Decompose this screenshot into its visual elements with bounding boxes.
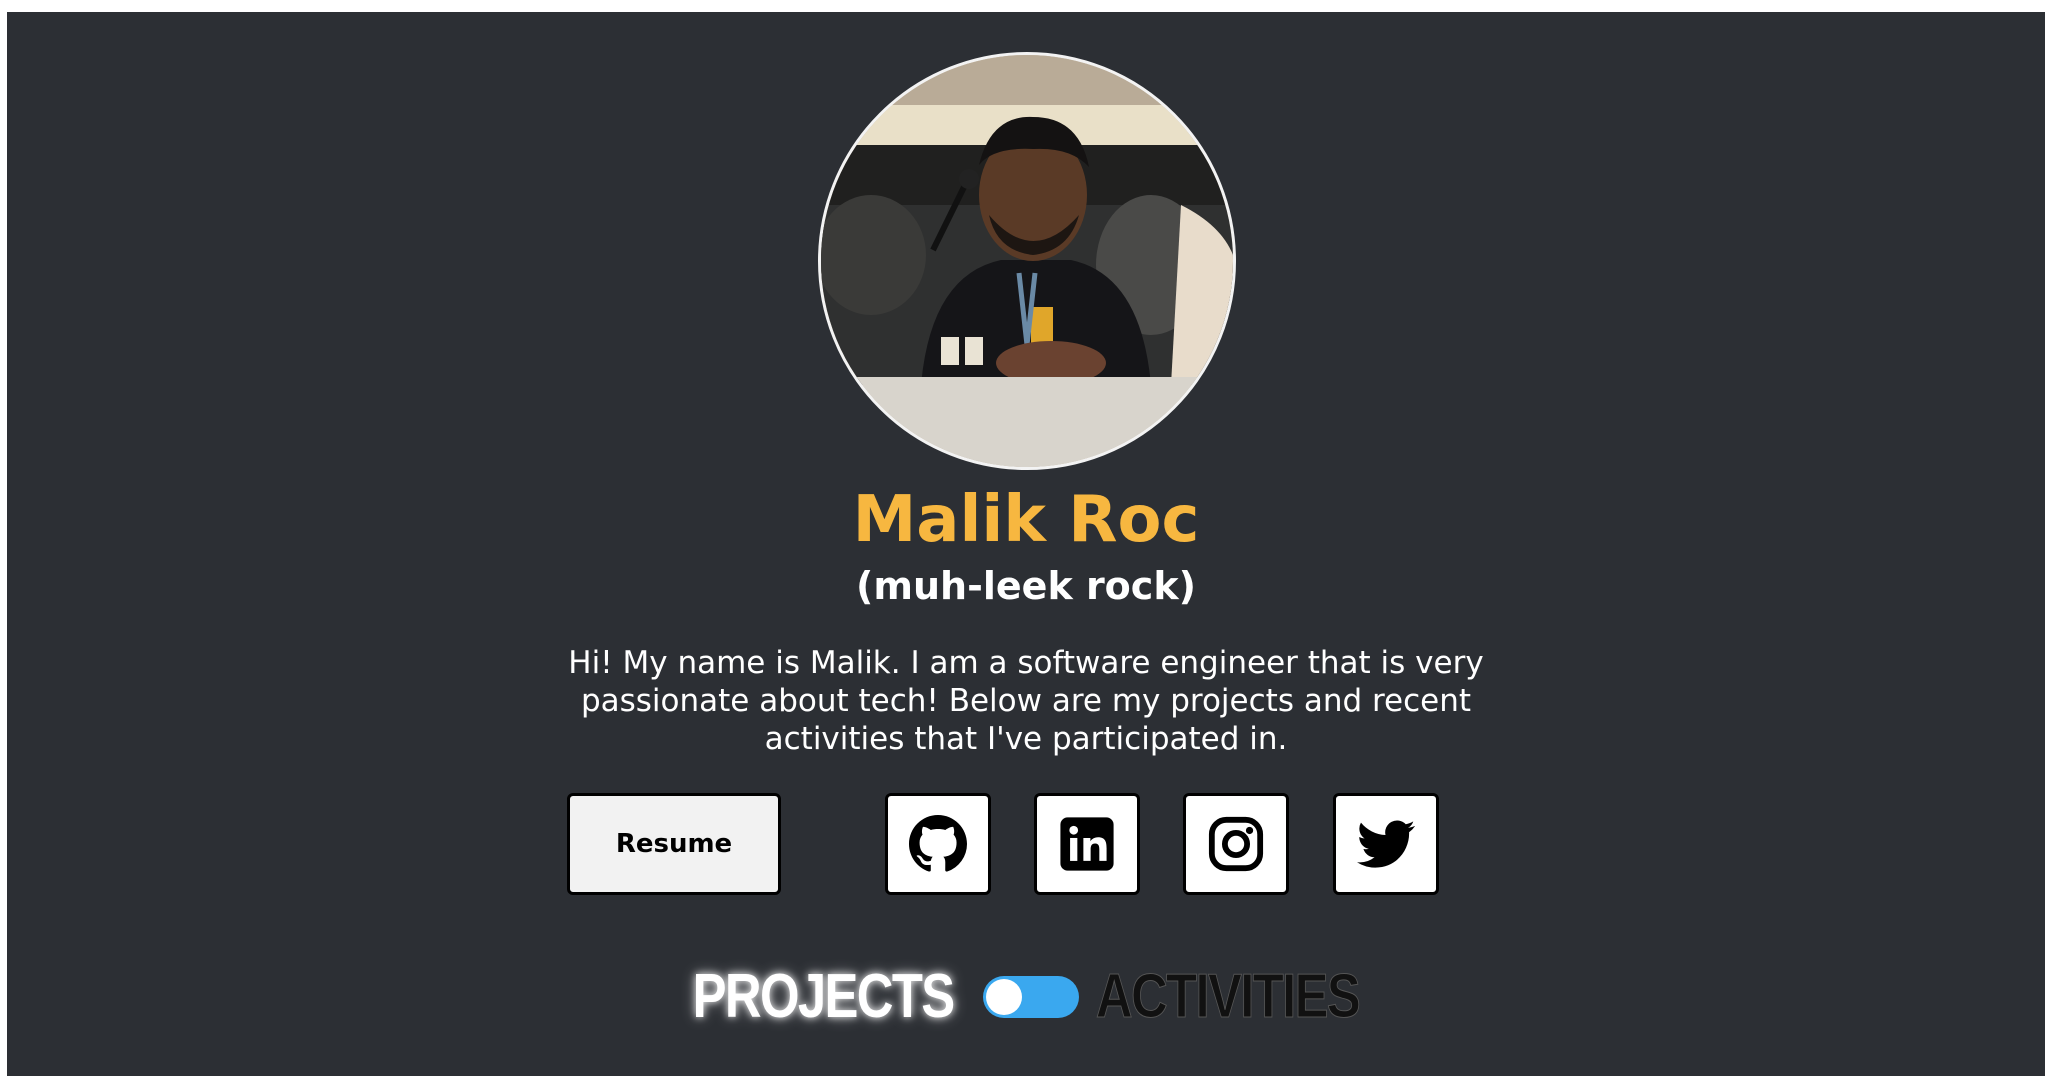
twitter-button[interactable] xyxy=(1333,793,1439,895)
instagram-button[interactable] xyxy=(1183,793,1289,895)
profile-name: Malik Roc xyxy=(852,483,1200,557)
profile-photo xyxy=(821,55,1233,467)
name-pronunciation: (muh-leek rock) xyxy=(856,564,1196,608)
linkedin-icon xyxy=(1060,817,1114,871)
twitter-icon xyxy=(1357,820,1415,868)
projects-activities-switch[interactable] xyxy=(982,976,1079,1018)
projects-toggle-label[interactable]: PROJECTS xyxy=(693,962,956,1032)
switch-knob xyxy=(985,979,1022,1015)
profile-bio: Hi! My name is Malik. I am a software en… xyxy=(568,645,1484,757)
page-background: Malik Roc (muh-leek rock) Hi! My name is… xyxy=(7,12,2045,1076)
resume-button[interactable]: Resume xyxy=(567,793,781,895)
activities-toggle-label[interactable]: ACTIVITIES xyxy=(1095,962,1361,1032)
github-icon xyxy=(909,815,967,872)
linkedin-button[interactable] xyxy=(1034,793,1140,895)
avatar xyxy=(818,52,1236,470)
instagram-icon xyxy=(1208,816,1264,872)
github-button[interactable] xyxy=(885,793,991,895)
view-toggle: PROJECTS ACTIVITIES xyxy=(7,962,2045,1032)
resume-button-label: Resume xyxy=(615,829,733,859)
